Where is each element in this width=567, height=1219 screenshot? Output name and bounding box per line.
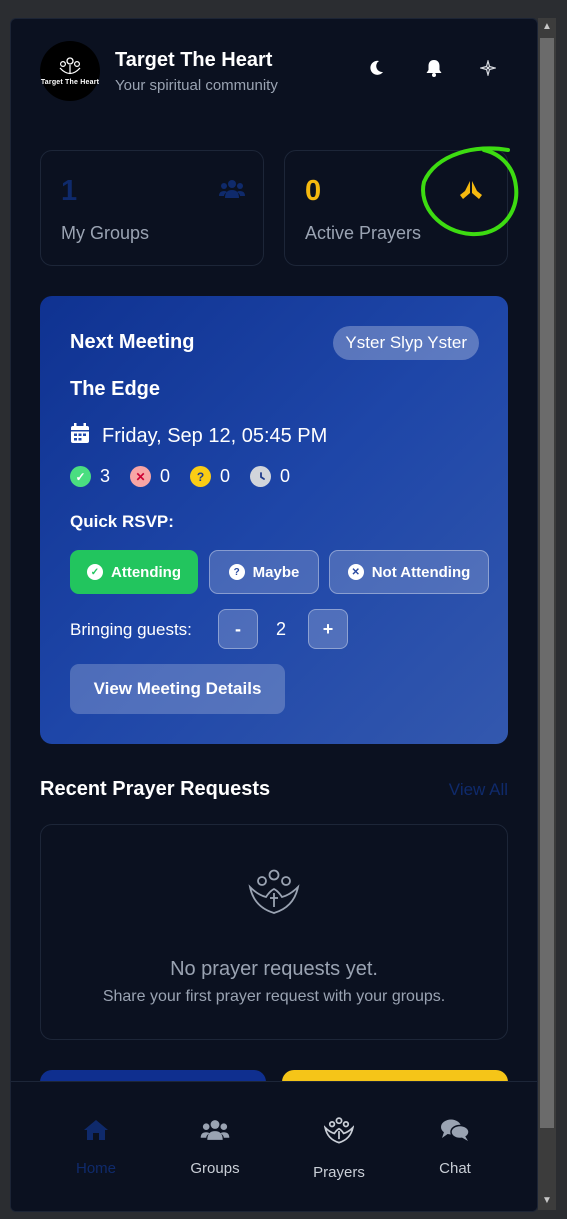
count-value: 3 [100, 466, 111, 486]
stat-label: Active Prayers [305, 223, 422, 243]
scroll-down-icon[interactable]: ▼ [538, 1192, 556, 1210]
cross-icon: ✕ [130, 466, 152, 487]
rsvp-not-attending-button[interactable]: ✕ Not Attending [329, 550, 489, 594]
button-label: Attending [111, 563, 181, 581]
nav-label: Prayers [313, 1164, 365, 1181]
stat-value: 0 [305, 175, 322, 207]
nav-item-home[interactable]: Home [36, 1082, 156, 1211]
stat-label: My Groups [61, 223, 150, 243]
button-label: Not Attending [371, 563, 471, 581]
bottom-nav: Home Groups Prayers Chat [11, 1081, 537, 1211]
clock-icon [250, 466, 272, 487]
users-icon [200, 1116, 230, 1144]
logo-graphic [59, 56, 81, 74]
empty-subtitle: Share your first prayer request with you… [102, 988, 446, 1005]
count-maybe: ? 0 [190, 466, 230, 487]
annotation-circle [421, 146, 519, 237]
meeting-date-text: Friday, Sep 12, 05:45 PM [102, 425, 328, 447]
prayer-group-icon [248, 869, 300, 920]
users-icon [219, 179, 245, 204]
scroll-up-icon[interactable]: ▲ [538, 18, 556, 36]
stat-value: 1 [61, 175, 78, 207]
nav-label: Groups [190, 1160, 240, 1177]
bell-icon[interactable] [422, 56, 446, 80]
page-scrollbar[interactable]: ▲ ▼ [538, 18, 556, 1210]
count-value: 0 [280, 466, 291, 486]
guests-increment-button[interactable]: + [308, 609, 348, 649]
check-icon: ✓ [70, 466, 91, 487]
count-value: 0 [220, 466, 231, 486]
question-icon: ? [228, 564, 245, 580]
app-title: Target The Heart [115, 49, 273, 71]
next-meeting-card: Next Meeting Yster Slyp Yster The Edge F… [40, 296, 508, 744]
quick-rsvp-label: Quick RSVP: [70, 512, 174, 531]
nav-label: Chat [439, 1160, 471, 1177]
guests-decrement-button[interactable]: - [218, 609, 258, 649]
meeting-heading: Next Meeting [70, 331, 195, 353]
view-meeting-details-button[interactable]: View Meeting Details [70, 664, 285, 714]
count-not-attending: ✕ 0 [130, 466, 170, 487]
nav-label: Home [75, 1160, 116, 1177]
home-icon [83, 1116, 109, 1144]
chat-icon [440, 1116, 470, 1144]
app-logo[interactable]: Target The Heart [40, 41, 100, 101]
question-icon: ? [190, 466, 212, 487]
rsvp-counts: ✓ 3 ✕ 0 ? 0 0 [70, 466, 310, 487]
meeting-date: Friday, Sep 12, 05:45 PM [70, 423, 327, 450]
calendar-icon [70, 423, 90, 450]
count-pending: 0 [250, 466, 290, 487]
nav-item-groups[interactable]: Groups [155, 1082, 275, 1211]
count-attending: ✓ 3 [70, 466, 110, 487]
group-badge: Yster Slyp Yster [333, 326, 479, 360]
guests-count: 2 [276, 619, 287, 639]
count-value: 0 [160, 466, 171, 486]
logo-text: Target The Heart [40, 78, 100, 86]
scrollbar-thumb[interactable] [540, 38, 554, 1128]
cross-icon: ✕ [347, 564, 364, 580]
view-all-link[interactable]: View All [449, 780, 508, 800]
recent-prayers-title: Recent Prayer Requests [40, 778, 271, 800]
stat-card-my-groups[interactable]: 1 My Groups [40, 150, 264, 266]
app-subtitle: Your spiritual community [115, 77, 278, 94]
nav-item-prayers[interactable]: Prayers [279, 1082, 399, 1211]
rsvp-attending-button[interactable]: ✓ Attending [70, 550, 198, 594]
app-window: Target The Heart Target The Heart Your s… [10, 18, 538, 1212]
rsvp-maybe-button[interactable]: ? Maybe [209, 550, 319, 594]
empty-title: No prayer requests yet. [170, 958, 378, 980]
sparkle-icon[interactable] [476, 56, 500, 80]
empty-prayers-card: No prayer requests yet. Share your first… [40, 824, 508, 1040]
moon-icon[interactable] [364, 56, 388, 80]
guests-label: Bringing guests: [70, 620, 192, 639]
nav-item-chat[interactable]: Chat [395, 1082, 515, 1211]
app-header: Target The Heart Target The Heart Your s… [11, 19, 537, 129]
button-label: Maybe [252, 563, 300, 581]
meeting-name: The Edge [70, 378, 161, 400]
check-icon: ✓ [87, 564, 103, 580]
prayer-icon [324, 1116, 354, 1144]
